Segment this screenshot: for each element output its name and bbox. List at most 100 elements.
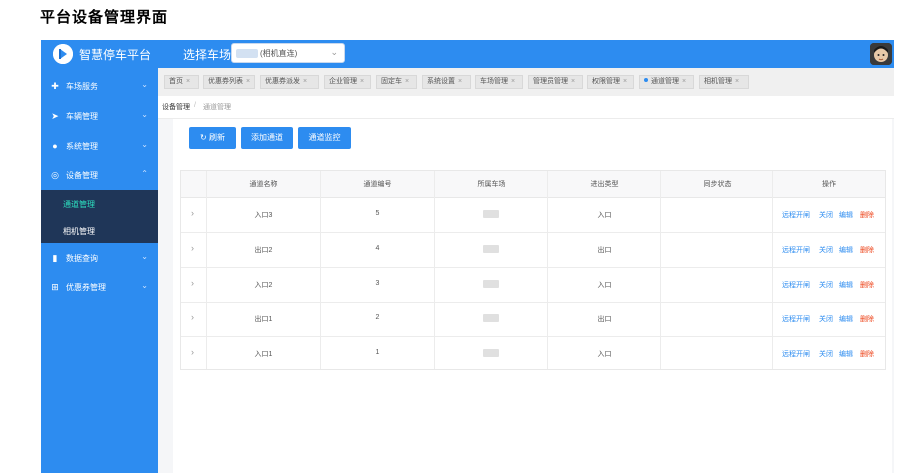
sidebar-item-vehicle[interactable]: ➤ 车辆管理 ⌄ (41, 101, 158, 131)
close-icon[interactable]: × (246, 78, 250, 85)
tab-camera-management[interactable]: 相机管理 × (699, 75, 749, 89)
tab-lot-management[interactable]: 车场管理 × (475, 75, 523, 89)
redacted-lot (483, 314, 499, 322)
sidebar-item-label: 车场服务 (66, 82, 98, 91)
tab-coupon-list[interactable]: 优惠券列表 × (203, 75, 255, 89)
app-title: 智慧停车平台 (79, 48, 152, 62)
edit-link[interactable]: 编辑 (839, 314, 853, 324)
close-icon[interactable]: × (735, 78, 739, 85)
close-link[interactable]: 关闭 (819, 280, 833, 290)
device-submenu: 通道管理 相机管理 (41, 190, 158, 243)
sidebar-item-data-query[interactable]: ▮ 数据查询 ⌄ (41, 243, 158, 273)
delete-link[interactable]: 删除 (860, 349, 874, 359)
close-icon[interactable]: × (360, 78, 364, 85)
channel-direction: 入口 (597, 351, 612, 358)
parking-lot-label: 选择车场 (183, 48, 232, 62)
tab-label: 固定车 (381, 78, 402, 85)
table-row: › 出口1 2 出口 远程开闸 关闭 编辑 删除 (181, 302, 885, 337)
sidebar-item-label: 优惠券管理 (66, 283, 106, 292)
channel-number: 2 (375, 314, 380, 321)
expand-icon[interactable]: › (191, 312, 194, 322)
active-dot-icon (644, 78, 648, 82)
close-icon[interactable]: × (511, 78, 515, 85)
top-bar: 智慧停车平台 选择车场 (相机直连) ⌄ (41, 40, 894, 68)
tab-system-settings[interactable]: 系统设置 × (422, 75, 471, 89)
edit-link[interactable]: 编辑 (839, 280, 853, 290)
close-icon[interactable]: × (405, 78, 409, 85)
channel-number: 3 (375, 280, 380, 287)
delete-link[interactable]: 删除 (860, 314, 874, 324)
chevron-down-icon: ⌄ (141, 140, 148, 149)
chevron-down-icon: ⌄ (330, 47, 338, 57)
sidebar-item-system[interactable]: ● 系统管理 ⌄ (41, 131, 158, 161)
expand-icon[interactable]: › (191, 208, 194, 218)
channel-direction: 入口 (597, 212, 612, 219)
close-icon[interactable]: × (458, 78, 462, 85)
close-icon[interactable]: × (303, 78, 307, 85)
chevron-down-icon: ⌄ (141, 80, 148, 89)
sidebar-subitem-channel[interactable]: 通道管理 (41, 190, 158, 216)
sidebar-item-label: 设备管理 (66, 171, 98, 180)
remote-open-link[interactable]: 远程开闸 (782, 210, 810, 220)
close-icon[interactable]: × (186, 78, 190, 85)
tab-admin-management[interactable]: 管理员管理 × (528, 75, 583, 89)
expand-icon[interactable]: › (191, 278, 194, 288)
tab-coupon-dispatch[interactable]: 优惠券派发 × (260, 75, 319, 89)
remote-open-link[interactable]: 远程开闸 (782, 314, 810, 324)
sidebar-item-parking-service[interactable]: ✚ 车场服务 ⌄ (41, 71, 158, 101)
channel-name: 出口1 (254, 316, 273, 323)
close-link[interactable]: 关闭 (819, 245, 833, 255)
close-link[interactable]: 关闭 (819, 210, 833, 220)
close-icon[interactable]: × (682, 78, 686, 85)
channel-direction: 出口 (597, 316, 612, 323)
close-link[interactable]: 关闭 (819, 349, 833, 359)
column-header-number: 通道编号 (363, 181, 392, 188)
refresh-button[interactable]: ↻ 刷新 (189, 127, 236, 149)
tab-fixed-vehicle[interactable]: 固定车 × (376, 75, 417, 89)
remote-open-link[interactable]: 远程开闸 (782, 280, 810, 290)
sidebar-subitem-camera[interactable]: 相机管理 (41, 217, 158, 243)
tab-home[interactable]: 首页 × (164, 75, 199, 89)
expand-icon[interactable]: › (191, 243, 194, 253)
breadcrumb-level1[interactable]: 设备管理 (162, 102, 190, 112)
avatar[interactable] (870, 43, 892, 65)
close-link[interactable]: 关闭 (819, 314, 833, 324)
redacted-lot (483, 280, 499, 288)
remote-open-link[interactable]: 远程开闸 (782, 245, 810, 255)
remote-open-link[interactable]: 远程开闸 (782, 349, 810, 359)
table-row: › 入口1 1 入口 远程开闸 关闭 编辑 删除 (181, 337, 885, 371)
sidebar-item-label: 系统管理 (66, 142, 98, 151)
clipboard-icon: ▮ (52, 253, 58, 263)
delete-link[interactable]: 删除 (860, 210, 874, 220)
edit-link[interactable]: 编辑 (839, 245, 853, 255)
sidebar-item-device[interactable]: ◎ 设备管理 ⌃ (41, 160, 158, 190)
edit-link[interactable]: 编辑 (839, 349, 853, 359)
redacted-lot (483, 210, 499, 218)
camera-icon: ◎ (51, 170, 59, 180)
tab-label: 系统设置 (427, 78, 455, 85)
channel-monitor-button[interactable]: 通道监控 (298, 127, 351, 149)
tab-enterprise[interactable]: 企业管理 × (324, 75, 371, 89)
plus-circle-icon: ✚ (51, 81, 59, 91)
tab-permissions[interactable]: 权限管理 × (587, 75, 634, 89)
sidebar-item-coupon[interactable]: ⊞ 优惠券管理 ⌄ (41, 272, 158, 302)
breadcrumb: 设备管理 / 通道管理 (158, 96, 894, 119)
sidebar: ✚ 车场服务 ⌄ ➤ 车辆管理 ⌄ ● 系统管理 ⌄ ◎ 设备管理 ⌃ 通道管理… (41, 68, 158, 473)
edit-link[interactable]: 编辑 (839, 210, 853, 220)
expand-icon[interactable]: › (191, 347, 194, 357)
table-row: › 出口2 4 出口 远程开闸 关闭 编辑 删除 (181, 233, 885, 268)
redacted-lot (483, 245, 499, 253)
close-icon[interactable]: × (571, 78, 575, 85)
column-header-name: 通道名称 (249, 181, 278, 188)
close-icon[interactable]: × (623, 78, 627, 85)
add-channel-button[interactable]: 添加通道 (241, 127, 293, 149)
delete-link[interactable]: 删除 (860, 245, 874, 255)
channel-name: 入口3 (254, 212, 273, 219)
delete-link[interactable]: 删除 (860, 280, 874, 290)
grid-icon: ⊞ (51, 282, 59, 292)
parking-lot-select[interactable]: (相机直连) ⌄ (231, 43, 345, 63)
chevron-down-icon: ⌄ (141, 110, 148, 119)
tab-channel-management[interactable]: 通道管理 × (639, 75, 694, 89)
redacted-lot-name (236, 49, 258, 58)
table-row: › 入口2 3 入口 远程开闸 关闭 编辑 删除 (181, 268, 885, 303)
